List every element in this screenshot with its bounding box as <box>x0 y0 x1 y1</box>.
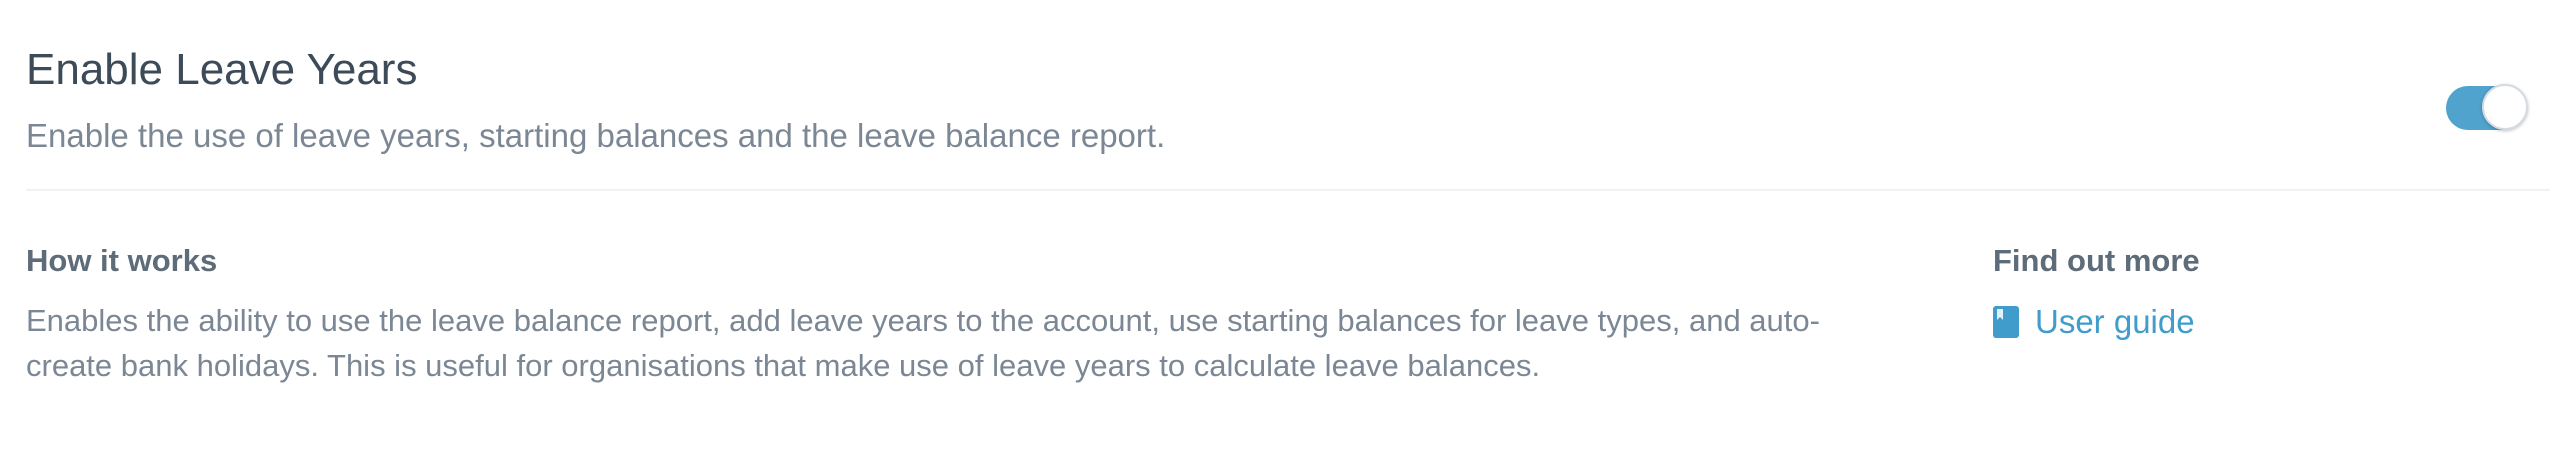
setting-title: Enable Leave Years <box>26 45 418 94</box>
user-guide-label: User guide <box>2035 303 2195 340</box>
setting-description: Enable the use of leave years, starting … <box>26 117 1166 154</box>
enable-leave-years-toggle[interactable] <box>2446 84 2528 130</box>
user-guide-link[interactable]: User guide <box>1993 300 2200 344</box>
toggle-knob <box>2482 84 2528 130</box>
setting-header: Enable Leave Years Enable the use of lea… <box>26 40 1165 158</box>
divider <box>26 189 2550 191</box>
find-out-more-heading: Find out more <box>1993 243 2200 278</box>
how-it-works-section: How it works Enables the ability to use … <box>26 240 1886 388</box>
leave-years-settings-panel: Enable Leave Years Enable the use of lea… <box>0 0 2550 452</box>
how-it-works-body: Enables the ability to use the leave bal… <box>26 303 1820 383</box>
find-out-more-section: Find out more User guide <box>1993 240 2200 344</box>
how-it-works-heading: How it works <box>26 243 218 278</box>
book-icon <box>1993 306 2019 338</box>
